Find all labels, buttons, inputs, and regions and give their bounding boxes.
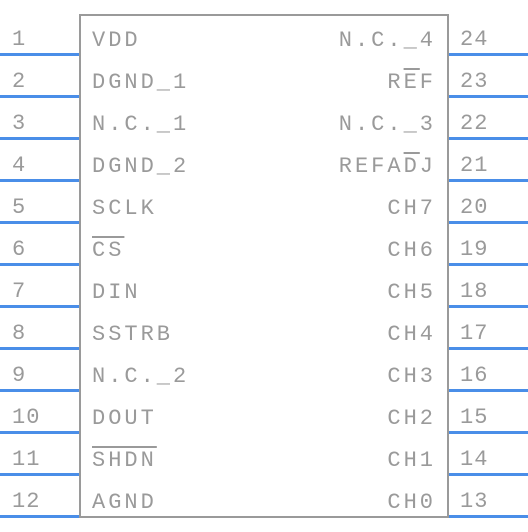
pin-number: 17 <box>460 321 488 346</box>
pin-label: CH3 <box>387 364 436 389</box>
pin-row: 24 N.C._4 <box>0 14 528 56</box>
pin-number: 15 <box>460 405 488 430</box>
pin-number: 14 <box>460 447 488 472</box>
pin-label: CH2 <box>387 406 436 431</box>
pin-number: 21 <box>460 153 488 178</box>
pin-row: 15 CH2 <box>0 392 528 434</box>
pin-row: 16 CH3 <box>0 350 528 392</box>
pin-row: 23 REF <box>0 56 528 98</box>
pin-label: CH0 <box>387 490 436 515</box>
pin-label: N.C._4 <box>339 28 436 53</box>
pin-label: CH4 <box>387 322 436 347</box>
pin-row: 20 CH7 <box>0 182 528 224</box>
pin-label: CH6 <box>387 238 436 263</box>
pin-row: 17 CH4 <box>0 308 528 350</box>
pin-number: 23 <box>460 69 488 94</box>
pin-number: 16 <box>460 363 488 388</box>
pin-number: 19 <box>460 237 488 262</box>
pin-label: CH5 <box>387 280 436 305</box>
pin-label: REF <box>387 70 436 95</box>
pin-row: 13 CH0 <box>0 476 528 518</box>
pin-label: REFADJ <box>339 154 436 179</box>
pin-label: N.C._3 <box>339 112 436 137</box>
pin-row: 14 CH1 <box>0 434 528 476</box>
pin-number: 20 <box>460 195 488 220</box>
pin-label: CH7 <box>387 196 436 221</box>
pin-row: 21 REFADJ <box>0 140 528 182</box>
pin-label: CH1 <box>387 448 436 473</box>
pin-number: 13 <box>460 489 488 514</box>
pin-row: 18 CH5 <box>0 266 528 308</box>
pin-row: 19 CH6 <box>0 224 528 266</box>
pin-number: 22 <box>460 111 488 136</box>
pin-number: 18 <box>460 279 488 304</box>
pin-number: 24 <box>460 27 488 52</box>
pin-lead <box>449 515 528 518</box>
pin-row: 22 N.C._3 <box>0 98 528 140</box>
